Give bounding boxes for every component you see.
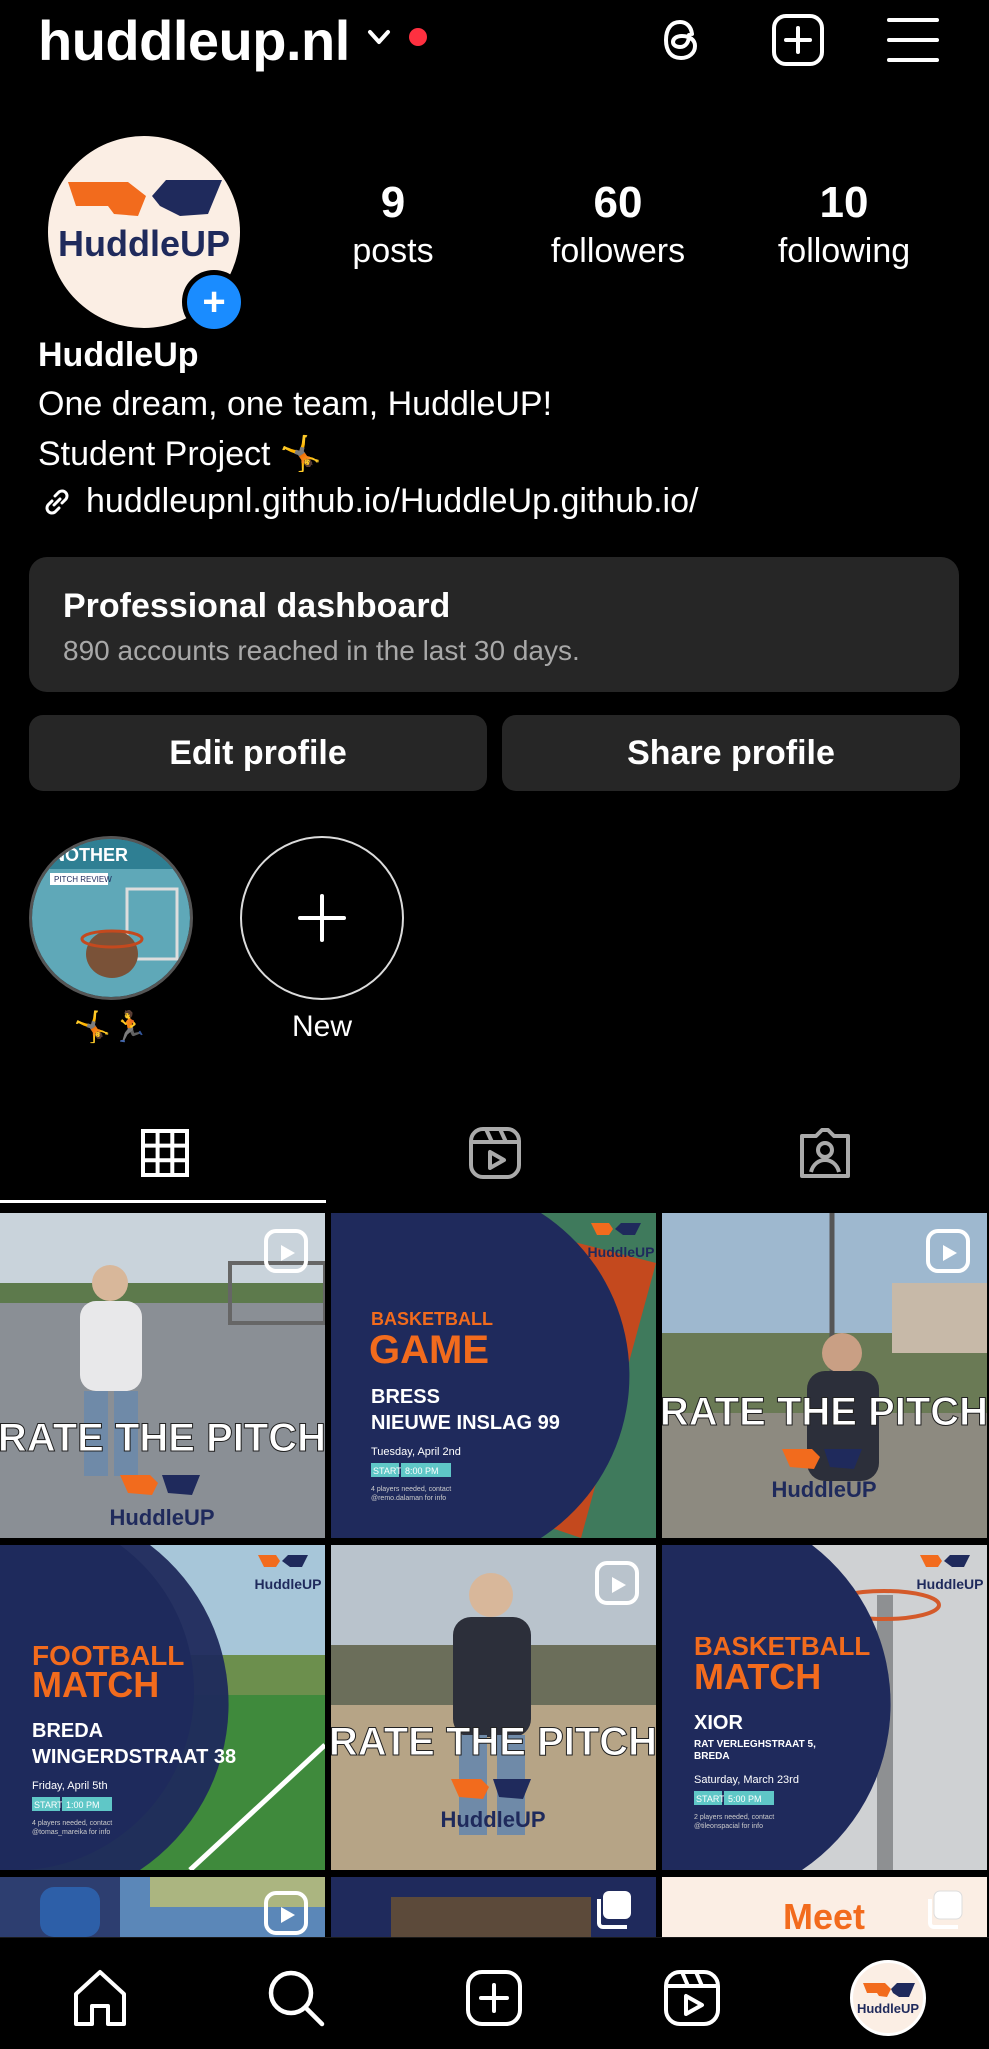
post-thumbnail[interactable]: Meet (662, 1877, 987, 1937)
svg-text:PITCH REVIEW: PITCH REVIEW (54, 875, 112, 884)
svg-text:5:00 PM: 5:00 PM (728, 1794, 762, 1804)
svg-text:HuddleUP: HuddleUP (588, 1244, 655, 1260)
followers-count[interactable]: 60 followers (518, 178, 718, 274)
tab-reels[interactable] (330, 1106, 660, 1200)
chevron-down-icon[interactable] (364, 22, 394, 52)
home-icon[interactable] (68, 1966, 132, 2030)
edit-profile-button[interactable]: Edit profile (29, 715, 487, 791)
add-story-button[interactable]: + (182, 270, 246, 334)
svg-text:4 players needed, contact: 4 players needed, contact (371, 1486, 451, 1493)
svg-text:HuddleUP: HuddleUP (440, 1807, 545, 1832)
profile-name: HuddleUp (38, 336, 199, 374)
post-thumbnail[interactable]: BASKETBALL GAME BRESS NIEUWE INSLAG 99 T… (331, 1213, 656, 1538)
plus-icon (298, 894, 346, 942)
post-thumbnail[interactable]: FOOTBALL MATCH BREDA WINGERDSTRAAT 38 Fr… (0, 1545, 325, 1870)
svg-text:RAT VERLEGHSTRAAT 5,: RAT VERLEGHSTRAAT 5, (694, 1739, 816, 1750)
svg-text:RATE THE PITCH: RATE THE PITCH (662, 1390, 987, 1434)
profile-link[interactable]: huddleupnl.github.io/HuddleUp.github.io/ (38, 482, 698, 521)
link-icon (45, 489, 69, 514)
share-profile-button[interactable]: Share profile (502, 715, 960, 791)
post-thumbnail[interactable]: RATE THE PITCH HuddleUP (331, 1545, 656, 1870)
svg-text:8:00 PM: 8:00 PM (405, 1466, 439, 1476)
following-count[interactable]: 10 following (744, 178, 944, 274)
bio-line: One dream, one team, HuddleUP! (38, 385, 553, 423)
svg-text:NOTHER: NOTHER (52, 845, 128, 865)
svg-text:START: START (373, 1466, 402, 1476)
svg-text:BASKETBALL: BASKETBALL (371, 1309, 493, 1329)
story-highlight[interactable]: NOTHER PITCH REVIEW (29, 836, 193, 1000)
svg-text:BREDA: BREDA (32, 1720, 103, 1742)
active-tab-indicator (0, 1200, 326, 1203)
svg-text:@remo.dalaman for info: @remo.dalaman for info (371, 1495, 446, 1502)
svg-text:@tomas_mareika for info: @tomas_mareika for info (32, 1829, 110, 1836)
svg-text:1:00 PM: 1:00 PM (66, 1800, 100, 1810)
bio-line: Student Project 🤸 (38, 435, 323, 473)
svg-text:2 players needed, contact: 2 players needed, contact (694, 1814, 774, 1821)
post-thumbnail[interactable] (331, 1877, 656, 1937)
professional-dashboard[interactable]: Professional dashboard 890 accounts reac… (29, 557, 959, 692)
tagged-icon (800, 1128, 850, 1178)
svg-text:START: START (34, 1800, 63, 1810)
svg-text:WINGERDSTRAAT 38: WINGERDSTRAAT 38 (32, 1746, 236, 1768)
highlight-label: New (291, 1010, 352, 1043)
svg-text:HuddleUP: HuddleUP (917, 1576, 984, 1592)
svg-text:Friday, April 5th: Friday, April 5th (32, 1780, 108, 1792)
svg-text:4 players needed, contact: 4 players needed, contact (32, 1820, 112, 1827)
dashboard-subtitle: 890 accounts reached in the last 30 days… (63, 635, 580, 666)
svg-text:Tuesday, April 2nd: Tuesday, April 2nd (371, 1446, 461, 1458)
svg-text:BREDA: BREDA (694, 1751, 730, 1762)
svg-text:BRESS: BRESS (371, 1386, 440, 1408)
svg-text:HuddleUP: HuddleUP (109, 1505, 214, 1530)
svg-text:HuddleUP: HuddleUP (58, 223, 230, 264)
svg-text:@tileonspacial for info: @tileonspacial for info (694, 1823, 763, 1830)
create-icon[interactable] (462, 1966, 526, 2030)
post-thumbnail[interactable]: RATE THE PITCH HuddleUP (662, 1213, 987, 1538)
notification-dot (409, 28, 427, 46)
post-thumbnail[interactable] (0, 1877, 325, 1937)
menu-icon[interactable] (883, 10, 943, 70)
tab-tagged[interactable] (660, 1106, 989, 1200)
svg-text:MATCH: MATCH (32, 1664, 159, 1705)
threads-icon[interactable] (652, 10, 712, 70)
reels-icon (469, 1127, 521, 1179)
svg-text:RATE THE PITCH: RATE THE PITCH (0, 1416, 325, 1460)
reels-icon[interactable] (660, 1966, 724, 2030)
profile-username[interactable]: huddleup.nl (38, 8, 350, 73)
dashboard-title: Professional dashboard (63, 587, 451, 625)
create-icon[interactable] (768, 10, 828, 70)
posts-count[interactable]: 9 posts (293, 178, 493, 274)
svg-text:NIEUWE INSLAG 99: NIEUWE INSLAG 99 (371, 1412, 560, 1434)
svg-text:XIOR: XIOR (694, 1712, 743, 1734)
post-thumbnail[interactable]: RATE THE PITCH HuddleUP (0, 1213, 325, 1538)
svg-text:HuddleUP: HuddleUP (857, 2001, 919, 2016)
svg-text:GAME: GAME (369, 1328, 489, 1372)
svg-text:Saturday, March 23rd: Saturday, March 23rd (694, 1774, 799, 1786)
profile-avatar[interactable]: HuddleUP (850, 1960, 926, 2036)
svg-text:Meet: Meet (783, 1896, 865, 1937)
svg-text:START: START (696, 1794, 725, 1804)
highlight-label: 🤸🏃 (73, 1011, 149, 1044)
svg-text:HuddleUP: HuddleUP (771, 1477, 876, 1502)
new-highlight-button[interactable] (240, 836, 404, 1000)
post-thumbnail[interactable]: BASKETBALL MATCH XIOR RAT VERLEGHSTRAAT … (662, 1545, 987, 1870)
svg-text:RATE THE PITCH: RATE THE PITCH (331, 1720, 656, 1764)
grid-icon (141, 1129, 189, 1177)
tab-grid[interactable] (0, 1106, 330, 1200)
svg-text:HuddleUP: HuddleUP (255, 1576, 322, 1592)
bottom-nav: HuddleUP (0, 1937, 989, 2049)
svg-text:MATCH: MATCH (694, 1656, 821, 1697)
search-icon[interactable] (264, 1966, 328, 2030)
